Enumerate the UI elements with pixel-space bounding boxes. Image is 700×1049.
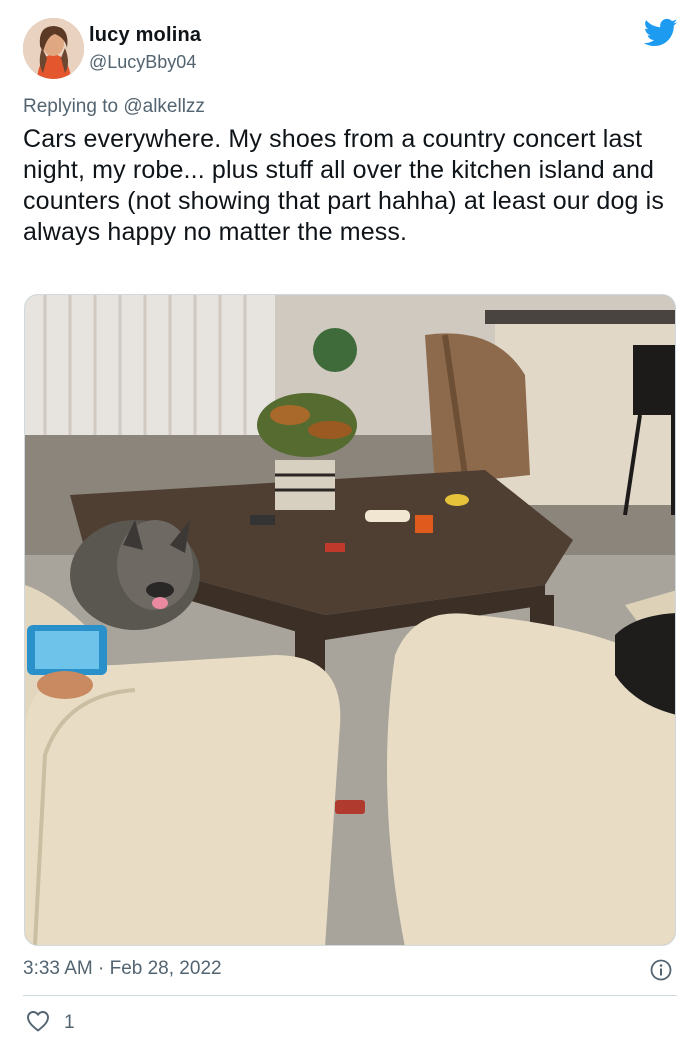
tweet-text: Cars everywhere. My shoes from a country…: [23, 125, 665, 246]
reply-context: Replying to @alkellzz: [23, 96, 205, 118]
tweet-timestamp[interactable]: 3:33 AM · Feb 28, 2022: [23, 958, 222, 980]
tweet-photo[interactable]: [24, 294, 676, 946]
like-heart-icon[interactable]: [26, 1010, 50, 1032]
author-handle[interactable]: @LucyBby04: [89, 52, 196, 73]
info-icon[interactable]: [650, 959, 672, 981]
photo-living-room-with-dog-icon: [25, 295, 675, 945]
divider: [23, 995, 677, 996]
author-name[interactable]: lucy molina: [89, 24, 201, 47]
reply-mention-link[interactable]: @alkellzz: [123, 96, 205, 117]
avatar[interactable]: [23, 18, 84, 79]
like-count: 1: [64, 1012, 75, 1033]
reply-prefix: Replying to: [23, 96, 119, 117]
twitter-bird-icon[interactable]: [643, 18, 678, 48]
tweet-card: lucy molina @LucyBby04 Replying to @alke…: [0, 0, 700, 1049]
